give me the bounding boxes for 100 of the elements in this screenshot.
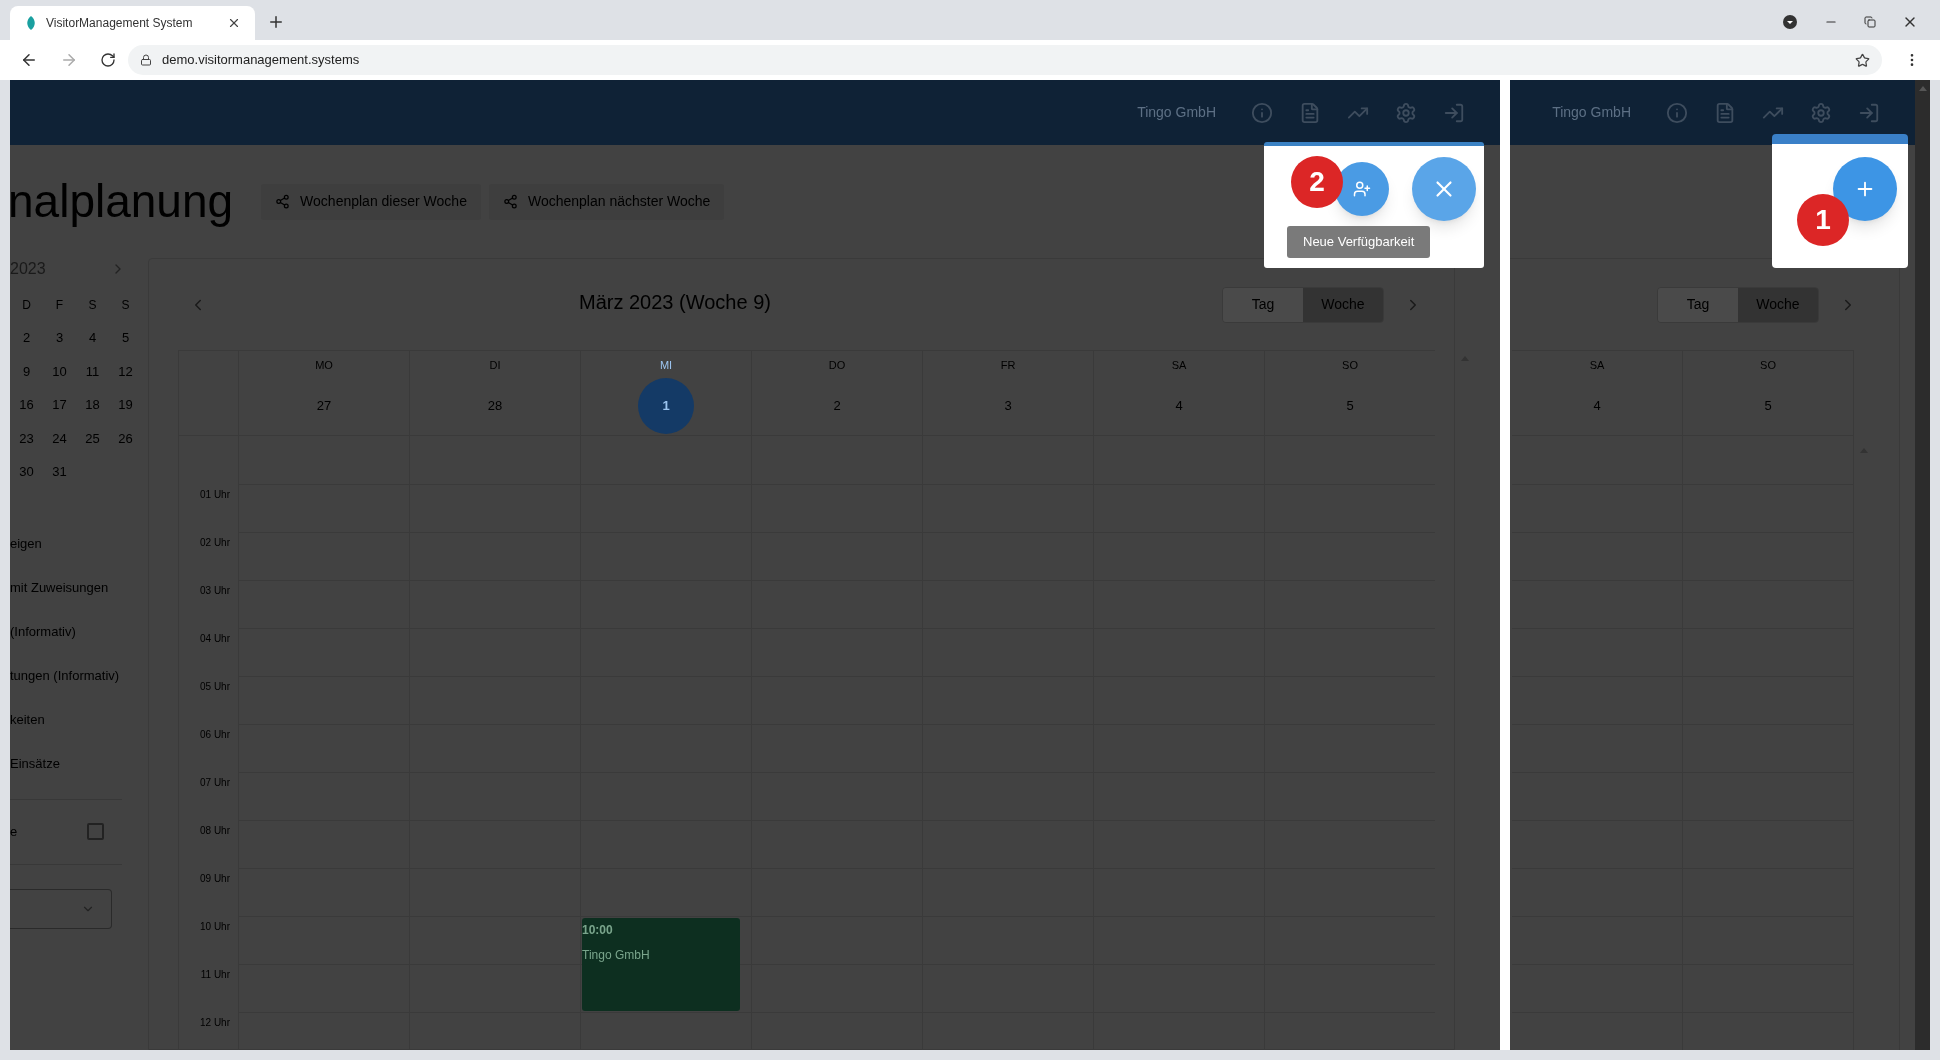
weekday-name: DI	[489, 358, 501, 373]
add-person-icon	[1353, 180, 1371, 198]
weekday-label: D	[21, 297, 32, 314]
new-tab-icon[interactable]	[267, 13, 285, 31]
day-number[interactable]: 1	[638, 377, 694, 434]
mini-calendar-day[interactable]: 31	[43, 462, 76, 482]
view-tab[interactable]: Tag	[1223, 287, 1303, 322]
mini-calendar-day[interactable]: 30	[10, 462, 43, 482]
mini-calendar-day[interactable]: 26	[109, 428, 142, 448]
filter-label: keiten	[10, 710, 46, 728]
forward-icon[interactable]	[60, 51, 78, 69]
page-title: nalplanung	[10, 174, 234, 229]
day-number[interactable]: 28	[467, 377, 523, 434]
weekday-label: S	[87, 297, 98, 314]
checkbox[interactable]	[87, 823, 104, 840]
share-button[interactable]: Wochenplan dieser Woche	[261, 183, 481, 220]
mini-calendar-day[interactable]: 9	[10, 361, 43, 381]
settings-icon	[1395, 101, 1417, 124]
mini-calendar-day[interactable]: 16	[10, 395, 43, 415]
day-number[interactable]: 2	[809, 377, 865, 434]
mini-calendar-day[interactable]: 25	[76, 428, 109, 448]
filter-label: mit Zuweisungen	[10, 578, 110, 596]
url-text: demo.visitormanagement.systems	[162, 51, 361, 70]
share-icon	[275, 194, 291, 209]
mini-calendar-day[interactable]: 11	[76, 361, 109, 381]
filter-label: (Informativ)	[10, 622, 77, 640]
hour-label: 08 Uhr	[200, 824, 230, 836]
mini-calendar-day[interactable]: 23	[10, 428, 43, 448]
dropdown-circle-icon[interactable]	[1782, 14, 1798, 30]
weekday-label: S	[120, 297, 131, 314]
filter-label: Einsätze	[10, 754, 61, 772]
event-title: Tingo GmbH	[582, 947, 651, 964]
mini-calendar-day[interactable]: 4	[76, 328, 109, 348]
scrollbar[interactable]	[1915, 80, 1930, 1050]
mini-calendar-day[interactable]: 5	[109, 328, 142, 348]
hour-label: 05 Uhr	[200, 680, 230, 692]
weekday-name: SO	[1342, 358, 1358, 373]
share-icon	[502, 194, 518, 209]
hour-label: 11 Uhr	[200, 968, 230, 980]
weekday-name: SA	[1589, 358, 1605, 373]
weekday-name: DO	[828, 358, 846, 373]
step-badge: 2	[1291, 156, 1343, 208]
mini-calendar-day[interactable]: 17	[43, 395, 76, 415]
mini-calendar-day[interactable]: 19	[109, 395, 142, 415]
day-number[interactable]: 4	[1151, 377, 1207, 434]
mini-calendar-day[interactable]: 12	[109, 361, 142, 381]
company-name: Tingo GmbH	[1552, 103, 1631, 122]
step-badge: 1	[1797, 194, 1849, 246]
settings-icon	[1810, 101, 1832, 124]
weekday-name: SA	[1171, 358, 1187, 373]
mini-calendar-day[interactable]: 3	[43, 328, 76, 348]
hour-label: 12 Uhr	[200, 1016, 230, 1028]
calendar-event[interactable]: 10:00 Tingo GmbH	[582, 918, 740, 1011]
close-fab[interactable]	[1412, 157, 1476, 221]
tooltip: Neue Verfügbarkeit	[1287, 226, 1431, 258]
address-field[interactable]: demo.visitormanagement.systems	[128, 45, 1882, 75]
info-icon	[1251, 101, 1273, 124]
mini-calendar-day[interactable]: 10	[43, 361, 76, 381]
hour-label: 04 Uhr	[200, 632, 230, 644]
mini-calendar-day[interactable]: 18	[76, 395, 109, 415]
weekday-name: MI	[659, 358, 673, 373]
info-icon	[1666, 101, 1688, 124]
tab-title: VisitorManagement System	[46, 15, 194, 32]
weekday-name: SO	[1760, 358, 1776, 373]
hour-label: 02 Uhr	[200, 536, 230, 548]
mini-calendar-day[interactable]: 2	[10, 328, 43, 348]
mini-calendar-day[interactable]: 24	[43, 428, 76, 448]
calendar-title: März 2023 (Woche 9)	[579, 290, 771, 315]
day-number[interactable]: 5	[1764, 377, 1772, 434]
hour-label: 03 Uhr	[200, 584, 230, 596]
day-number[interactable]: 5	[1322, 377, 1378, 434]
browser-tab[interactable]: VisitorManagement System	[10, 6, 255, 40]
view-tab[interactable]: Tag	[1658, 287, 1738, 322]
hour-label: 10 Uhr	[200, 920, 230, 932]
event-time: 10:00	[582, 922, 614, 939]
hour-label: 09 Uhr	[200, 872, 230, 884]
back-icon[interactable]	[20, 51, 38, 69]
company-name: Tingo GmbH	[1137, 103, 1216, 122]
restore-icon[interactable]	[1864, 16, 1876, 28]
close-icon[interactable]	[227, 16, 241, 30]
day-number[interactable]: 3	[980, 377, 1036, 434]
reload-icon[interactable]	[100, 52, 116, 68]
weekday-name: MO	[315, 358, 333, 373]
lock-icon	[140, 54, 152, 66]
leaf-logo-icon	[24, 15, 38, 31]
bookmark-star-icon[interactable]	[1855, 52, 1870, 68]
logout-icon	[1858, 101, 1880, 124]
share-button[interactable]: Wochenplan nächster Woche	[488, 183, 725, 220]
weekday-label: F	[54, 297, 65, 314]
hour-label: 06 Uhr	[200, 728, 230, 740]
dropdown-field[interactable]	[10, 888, 112, 929]
hour-label: 01 Uhr	[200, 488, 230, 500]
scroll-up-arrow-icon[interactable]	[1918, 86, 1927, 91]
day-number[interactable]: 27	[296, 377, 352, 434]
weekday-name: FR	[1000, 358, 1016, 373]
filter-label: tungen (Informativ)	[10, 666, 121, 684]
document-icon	[1714, 101, 1736, 124]
filter-label: eigen	[10, 534, 43, 552]
day-number[interactable]: 4	[1593, 377, 1601, 434]
add-person-fab[interactable]	[1335, 162, 1389, 216]
